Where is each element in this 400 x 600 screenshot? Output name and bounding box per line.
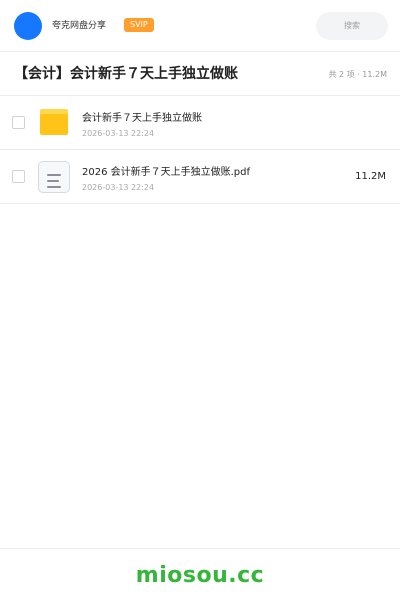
page-title: 【会计】会计新手７天上手独立做账 xyxy=(14,66,238,82)
avatar[interactable] xyxy=(14,12,42,40)
file-row-pdf[interactable]: 2026 会计新手７天上手独立做账.pdf 2026-03-13 22:24 1… xyxy=(0,150,400,204)
share-summary: 共 2 项 · 11.2M xyxy=(328,70,387,79)
file-date: 2026-03-13 22:24 xyxy=(82,129,155,138)
watermark: miosou.cc xyxy=(135,563,265,588)
row-checkbox[interactable] xyxy=(12,116,25,129)
search-input[interactable]: 搜索 xyxy=(316,12,388,40)
top-bar: 夸克网盘分享 SVIP 搜索 xyxy=(0,0,400,52)
footer: miosou.cc xyxy=(0,548,400,600)
document-icon xyxy=(38,161,70,193)
svip-badge: SVIP xyxy=(124,18,154,32)
file-date: 2026-03-13 22:24 xyxy=(82,183,155,192)
folder-icon xyxy=(40,109,68,135)
file-row-folder[interactable]: 会计新手７天上手独立做账 2026-03-13 22:24 xyxy=(0,96,400,150)
row-checkbox[interactable] xyxy=(12,170,25,183)
file-name[interactable]: 会计新手７天上手独立做账 xyxy=(82,112,202,126)
share-title-bar: 【会计】会计新手７天上手独立做账 共 2 项 · 11.2M xyxy=(0,52,400,96)
app-name: 夸克网盘分享 xyxy=(52,21,107,31)
file-size: 11.2M xyxy=(355,171,386,182)
file-name[interactable]: 2026 会计新手７天上手独立做账.pdf xyxy=(82,166,250,180)
